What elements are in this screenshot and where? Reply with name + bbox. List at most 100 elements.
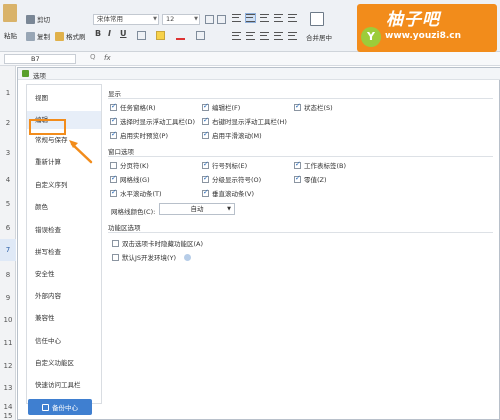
- underline-button[interactable]: U: [120, 29, 127, 38]
- gridline-color-select[interactable]: 自动 ▼: [159, 203, 235, 215]
- row-header[interactable]: 4: [0, 176, 16, 184]
- paste-button[interactable]: [3, 4, 17, 22]
- align-bottom-icon[interactable]: [260, 14, 269, 22]
- option-horizontal-scrollbar[interactable]: 水平滚动条(T): [110, 188, 162, 198]
- option-page-break[interactable]: 分页符(K): [110, 160, 149, 170]
- app-icon: [22, 70, 29, 77]
- name-box[interactable]: B7: [4, 54, 76, 64]
- row-header[interactable]: 14: [0, 403, 16, 411]
- row-header[interactable]: 15: [0, 412, 16, 420]
- checkbox[interactable]: [202, 188, 209, 197]
- font-size-select[interactable]: 12 ▼: [162, 14, 200, 25]
- align-right-icon[interactable]: [260, 32, 269, 40]
- nav-item-trust-center[interactable]: 信任中心: [27, 332, 101, 350]
- gridline-color-label: 网格线颜色(C):: [111, 208, 156, 216]
- option-default-js-env[interactable]: 默认JS开发环境(Y): [112, 252, 192, 262]
- row-header[interactable]: 5: [0, 200, 16, 208]
- row-header[interactable]: 12: [0, 362, 16, 370]
- checkbox[interactable]: [112, 253, 119, 261]
- checkbox[interactable]: [202, 174, 209, 183]
- checkbox[interactable]: [110, 161, 117, 169]
- option-status-bar[interactable]: 状态栏(S): [294, 102, 333, 112]
- nav-item-color[interactable]: 颜色: [27, 198, 101, 216]
- option-float-toolbar-rightclick[interactable]: 右键时显示浮动工具栏(H): [202, 116, 287, 126]
- checkbox[interactable]: [202, 160, 209, 169]
- checkbox[interactable]: [110, 116, 117, 125]
- option-outline-symbols[interactable]: 分级显示符号(O): [202, 174, 261, 184]
- option-task-pane[interactable]: 任务窗格(R): [110, 102, 156, 112]
- zoom-icon[interactable]: Q: [90, 53, 96, 61]
- distribute-icon[interactable]: [288, 32, 297, 40]
- row-header[interactable]: 1: [0, 89, 16, 97]
- clear-format-icon[interactable]: [196, 31, 205, 40]
- option-gridlines[interactable]: 网格线(G): [110, 174, 150, 184]
- fill-color-icon[interactable]: [156, 31, 165, 40]
- row-header[interactable]: 8: [0, 271, 16, 279]
- option-float-toolbar-select[interactable]: 选择时显示浮动工具栏(D): [110, 116, 195, 126]
- divider: [108, 232, 493, 233]
- align-center-icon[interactable]: [246, 32, 255, 40]
- row-header[interactable]: 11: [0, 339, 16, 347]
- option-zero-values[interactable]: 零值(Z): [294, 174, 327, 184]
- merge-center-icon-button[interactable]: [310, 12, 324, 26]
- align-left-icon[interactable]: [232, 32, 241, 40]
- option-smooth-scroll[interactable]: 启用平滑滚动(M): [202, 130, 262, 140]
- checkbox[interactable]: [110, 102, 117, 111]
- checkbox[interactable]: [110, 174, 117, 183]
- nav-item-error-check[interactable]: 错误检查: [27, 221, 101, 239]
- merge-icon: [310, 12, 324, 26]
- bold-button[interactable]: B: [95, 29, 101, 38]
- checkbox[interactable]: [202, 130, 209, 139]
- row-header[interactable]: 3: [0, 149, 16, 157]
- checkbox[interactable]: [294, 160, 301, 169]
- row-header[interactable]: 9: [0, 294, 16, 302]
- align-top-icon[interactable]: [232, 14, 241, 22]
- merge-center-button[interactable]: 合并居中: [306, 32, 332, 42]
- row-header[interactable]: 2: [0, 119, 16, 127]
- outdent-icon[interactable]: [288, 14, 297, 22]
- nav-item-external-content[interactable]: 外部内容: [27, 287, 101, 305]
- justify-icon[interactable]: [274, 32, 283, 40]
- border-icon[interactable]: [137, 31, 146, 40]
- section-title-window: 窗口选项: [108, 148, 134, 156]
- nav-item-spell-check[interactable]: 拼写检查: [27, 243, 101, 261]
- option-edit-bar[interactable]: 编辑栏(F): [202, 102, 240, 112]
- checkbox[interactable]: [110, 188, 117, 197]
- copy-button[interactable]: 复制: [26, 31, 50, 41]
- paste-label[interactable]: 粘贴: [4, 30, 17, 40]
- format-painter-button[interactable]: 格式刷: [55, 31, 86, 41]
- cut-button[interactable]: 剪切: [26, 14, 50, 24]
- checkbox[interactable]: [202, 102, 209, 111]
- help-icon[interactable]: [184, 253, 192, 261]
- italic-button[interactable]: I: [108, 29, 111, 38]
- font-color-icon[interactable]: [176, 31, 185, 40]
- row-header-selected[interactable]: 7: [0, 239, 16, 261]
- nav-item-view[interactable]: 视图: [27, 89, 101, 107]
- checkbox[interactable]: [294, 102, 301, 111]
- row-header[interactable]: 13: [0, 384, 16, 392]
- row-header[interactable]: 10: [0, 316, 16, 324]
- checkbox[interactable]: [294, 174, 301, 183]
- row-header[interactable]: 6: [0, 224, 16, 232]
- option-sheet-tabs[interactable]: 工作表标签(B): [294, 160, 346, 170]
- nav-item-custom-lists[interactable]: 自定义序列: [27, 176, 101, 194]
- nav-item-compatibility[interactable]: 兼容性: [27, 309, 101, 327]
- indent-icon[interactable]: [274, 14, 283, 22]
- option-hide-ribbon-dblclick[interactable]: 双击选项卡时隐藏功能区(A): [112, 238, 203, 248]
- checkbox[interactable]: [202, 116, 209, 125]
- align-middle-icon[interactable]: [245, 13, 256, 23]
- option-live-preview[interactable]: 启用实时预览(P): [110, 130, 168, 140]
- option-vertical-scrollbar[interactable]: 垂直滚动条(V): [202, 188, 254, 198]
- font-name-select[interactable]: 宋体常用 ▼: [93, 14, 159, 25]
- fx-icon[interactable]: fx: [104, 54, 111, 62]
- nav-item-security[interactable]: 安全性: [27, 265, 101, 283]
- checkbox[interactable]: [112, 239, 119, 247]
- nav-item-quick-access[interactable]: 快速访问工具栏: [27, 376, 101, 394]
- increase-font-icon[interactable]: [205, 15, 214, 24]
- option-row-col-headers[interactable]: 行号列标(E): [202, 160, 247, 170]
- checkbox[interactable]: [110, 130, 117, 139]
- nav-item-custom-ribbon[interactable]: 自定义功能区: [27, 354, 101, 372]
- options-nav: 视图 编辑 常规与保存 重新计算 自定义序列 颜色 错误检查 拼写检查 安全性 …: [26, 84, 102, 404]
- backup-center-button[interactable]: 备份中心: [28, 399, 92, 415]
- decrease-font-icon[interactable]: [217, 15, 226, 24]
